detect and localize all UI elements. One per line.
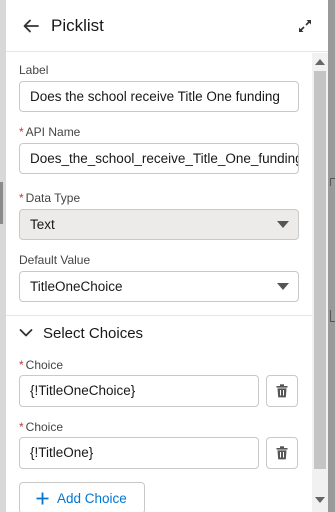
select-choices-toggle[interactable]: Select Choices (19, 321, 143, 345)
caret-down-icon (277, 221, 289, 228)
data-type-select: Text (19, 209, 299, 240)
section-title: Select Choices (43, 324, 144, 342)
chevron-down-icon (19, 329, 33, 337)
scroll-down-arrow-icon[interactable] (315, 497, 325, 503)
api-name-input[interactable]: Does_the_school_receive_Title_One_fundin… (19, 143, 299, 174)
delete-choice-button[interactable] (266, 437, 298, 469)
plus-icon (36, 492, 49, 504)
choice-input[interactable]: {!TitleOneChoice} (19, 375, 259, 407)
gutter-mark (0, 182, 3, 224)
delete-choice-button[interactable] (266, 375, 298, 407)
label-input[interactable]: Does the school receive Title One fundin… (19, 81, 299, 112)
api-name-field-label: * API Name (19, 125, 81, 139)
choice-field-label: * Choice (19, 358, 64, 372)
default-value-select[interactable]: TitleOneChoice (19, 271, 299, 302)
panel-body: Label Does the school receive Title One … (6, 53, 312, 512)
label-field-label: Label (19, 63, 49, 77)
default-value-field-label: Default Value (19, 253, 91, 267)
canvas-edge (328, 0, 335, 512)
picklist-properties-panel: Picklist Label Does the school receive T… (6, 0, 328, 512)
caret-down-icon (277, 283, 289, 290)
trash-icon (276, 384, 288, 398)
choice-input[interactable]: {!TitleOne} (19, 437, 259, 469)
choice-field-label: * Choice (19, 420, 64, 434)
data-type-field-label: * Data Type (19, 191, 81, 205)
add-choice-button[interactable]: Add Choice (19, 482, 145, 512)
panel-header: Picklist (6, 0, 328, 52)
panel-title: Picklist (51, 16, 104, 35)
trash-icon (276, 446, 288, 460)
back-arrow-icon (23, 19, 39, 33)
scroll-up-arrow-icon[interactable] (315, 59, 325, 65)
panel-scrollbar[interactable] (312, 53, 328, 512)
expand-icon (299, 20, 311, 32)
scrollbar-thumb[interactable] (314, 71, 326, 469)
section-divider (6, 315, 312, 316)
add-choice-label: Add Choice (57, 490, 127, 506)
back-button[interactable] (20, 16, 42, 36)
expand-button[interactable] (296, 17, 314, 35)
